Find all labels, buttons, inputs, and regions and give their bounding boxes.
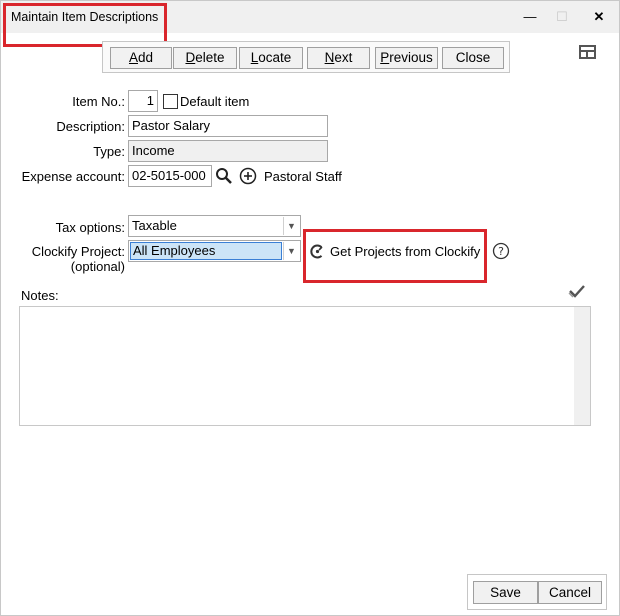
add-button[interactable]: Add — [110, 47, 172, 69]
search-icon[interactable] — [215, 167, 233, 185]
default-item-checkbox[interactable] — [163, 94, 178, 109]
previous-button[interactable]: Previous — [375, 47, 438, 69]
clockify-icon — [309, 243, 326, 260]
close-window-button[interactable]: ✕ — [585, 5, 613, 29]
next-button[interactable]: Next — [307, 47, 370, 69]
delete-button[interactable]: Delete — [173, 47, 237, 69]
save-button[interactable]: Save — [473, 581, 538, 604]
item-no-field[interactable]: 1 — [128, 90, 158, 112]
expense-account-field[interactable]: 02-5015-000 — [128, 165, 212, 187]
tax-options-select[interactable]: Taxable ▼ — [128, 215, 301, 237]
type-field: Income — [128, 140, 328, 162]
record-toolbar: Add Delete Locate Next Previous Close — [102, 41, 510, 73]
clockify-project-value: All Employees — [130, 242, 282, 260]
item-no-label: Item No.: — [72, 94, 125, 109]
notes-label: Notes: — [21, 288, 59, 303]
type-label: Type: — [93, 144, 125, 159]
cancel-button[interactable]: Cancel — [538, 581, 602, 604]
layout-icon[interactable] — [579, 45, 596, 59]
chevron-down-icon[interactable]: ▼ — [283, 242, 299, 260]
description-field[interactable]: Pastor Salary — [128, 115, 328, 137]
description-label: Description: — [56, 119, 125, 134]
default-item-label: Default item — [180, 94, 250, 109]
clockify-project-label: Clockify Project: — [31, 244, 125, 259]
footer-button-group: Save Cancel — [467, 574, 607, 610]
spellcheck-icon[interactable] — [568, 283, 586, 299]
expense-account-label: Expense account: — [21, 169, 125, 184]
help-icon[interactable]: ? — [492, 242, 510, 260]
svg-text:?: ? — [498, 245, 504, 258]
chevron-down-icon[interactable]: ▼ — [283, 217, 299, 235]
minimize-button[interactable]: — — [516, 5, 544, 29]
get-projects-label: Get Projects from Clockify — [330, 244, 481, 259]
close-button[interactable]: Close — [442, 47, 504, 69]
notes-scrollbar[interactable] — [574, 307, 590, 425]
clockify-project-optional-label: (optional) — [70, 259, 125, 274]
locate-button[interactable]: Locate — [239, 47, 303, 69]
tax-options-value: Taxable — [132, 218, 177, 233]
maintain-item-descriptions-window: Maintain Item Descriptions — ☐ ✕ Add Del… — [0, 0, 620, 616]
maximize-button[interactable]: ☐ — [548, 5, 576, 29]
expense-account-name: Pastoral Staff — [264, 169, 342, 184]
clockify-project-select[interactable]: All Employees ▼ — [128, 240, 301, 262]
tax-options-label: Tax options: — [55, 220, 125, 235]
notes-textarea[interactable] — [19, 306, 591, 426]
add-circle-icon[interactable] — [239, 167, 257, 185]
